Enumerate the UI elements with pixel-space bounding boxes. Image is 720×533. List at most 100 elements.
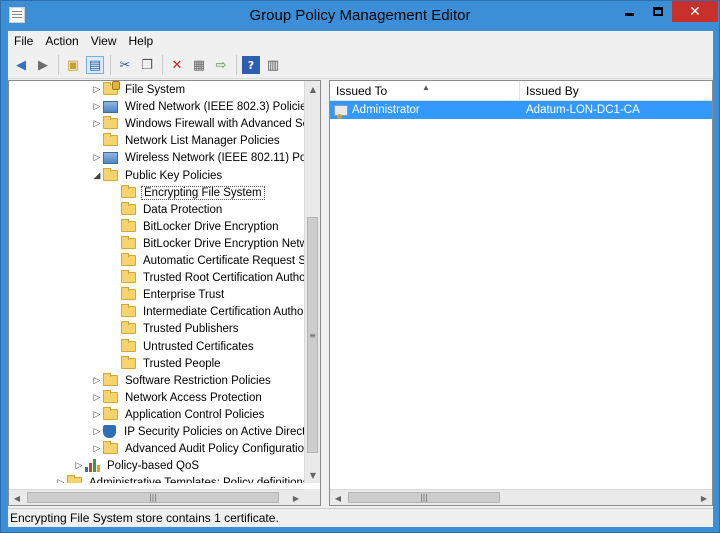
collapse-arrow-icon[interactable]: ◢ (91, 167, 103, 184)
tree-item[interactable]: ▷ Application Control Policies (91, 406, 266, 423)
tree-item[interactable]: Enterprise Trust (109, 286, 226, 303)
expand-arrow-icon[interactable]: ▷ (91, 115, 103, 132)
tree-item[interactable]: Trusted Root Certification Autho (109, 269, 305, 286)
scroll-thumb[interactable]: ||| (348, 492, 500, 503)
menu-help[interactable]: Help (123, 31, 160, 51)
issued-to-value: Administrator (352, 104, 420, 116)
expand-arrow-icon[interactable]: ▷ (91, 81, 103, 98)
tree-item[interactable]: Data Protection (109, 201, 224, 218)
tree-item[interactable]: ▷ Windows Firewall with Advanced Sec (91, 115, 305, 132)
tree-pane[interactable]: ▷ File System ▷ Wired Network (IEEE 802.3) … (8, 80, 321, 506)
tree-item[interactable]: Intermediate Certification Author (109, 303, 305, 320)
delete-icon[interactable]: ✕ (168, 56, 186, 74)
scroll-down-icon[interactable]: ▼ (305, 467, 320, 483)
expand-arrow-icon[interactable]: ▷ (91, 372, 103, 389)
tree-item[interactable]: ▷ Policy-based QoS (73, 457, 201, 474)
show-hide-tree-icon[interactable]: ▤ (86, 56, 104, 74)
expand-arrow-icon[interactable]: ▷ (91, 98, 103, 115)
scroll-up-icon[interactable]: ▲ (305, 81, 320, 97)
menu-action[interactable]: Action (39, 31, 84, 51)
tree-item-label: BitLocker Drive Encryption (143, 220, 279, 233)
expand-arrow-icon[interactable]: ▷ (91, 406, 103, 423)
copy-icon[interactable]: ❐ (138, 56, 156, 74)
up-folder-icon[interactable]: ▣ (64, 56, 82, 74)
tree-item[interactable]: ◢ Public Key Policies (91, 167, 224, 184)
tree-item-label: Enterprise Trust (143, 288, 225, 301)
tree-item[interactable]: ▷ Software Restriction Policies (91, 372, 273, 389)
tree-item-label: Public Key Policies (125, 169, 223, 182)
chart-icon (85, 459, 101, 472)
close-button[interactable]: ✕ (672, 1, 718, 22)
tree-item[interactable]: ▷ Wireless Network (IEEE 802.11) Polici (91, 149, 305, 166)
scroll-left-icon[interactable]: ◀ (330, 490, 346, 505)
column-issued-to[interactable]: Issued To ▲ (330, 81, 520, 101)
scroll-thumb[interactable]: ||| (27, 492, 279, 503)
tree-item[interactable]: ▷ Wired Network (IEEE 802.3) Policies (91, 98, 305, 115)
folder-icon (103, 441, 118, 454)
folder-icon (103, 133, 118, 146)
cut-icon[interactable]: ✂ (116, 56, 134, 74)
tree-item[interactable]: Trusted People (109, 355, 223, 372)
action-pane-icon[interactable]: ▥ (264, 56, 282, 74)
tree-item[interactable]: BitLocker Drive Encryption (109, 218, 281, 235)
properties-icon[interactable]: ▦ (190, 56, 208, 74)
tree-item[interactable]: Network List Manager Policies (91, 132, 282, 149)
minimize-button[interactable] (616, 1, 643, 22)
back-icon[interactable]: ◀ (12, 56, 30, 74)
menu-view[interactable]: View (85, 31, 123, 51)
column-issued-by[interactable]: Issued By (520, 81, 712, 101)
expand-arrow-icon[interactable]: ▷ (73, 457, 85, 474)
tree-item[interactable]: Untrusted Certificates (109, 338, 256, 355)
list-horizontal-scrollbar[interactable]: ◀ ||| ▶ (330, 489, 712, 505)
folder-icon (121, 202, 136, 215)
close-icon: ✕ (689, 3, 701, 20)
menu-file[interactable]: File (8, 31, 39, 51)
scroll-left-icon[interactable]: ◀ (9, 490, 25, 505)
tree-vertical-scrollbar[interactable]: ▲ ≡ ▼ (304, 81, 320, 483)
tree-item[interactable]: Trusted Publishers (109, 320, 240, 337)
tree-item[interactable]: ▷ Network Access Protection (91, 389, 264, 406)
tree-item[interactable]: ▷ IP Security Policies on Active Directo (91, 423, 305, 440)
help-icon[interactable]: ? (242, 56, 260, 74)
tree-item[interactable]: ▷ Administrative Templates: Policy defini… (55, 474, 305, 483)
forward-icon[interactable]: ▶ (34, 56, 52, 74)
tree-item[interactable]: BitLocker Drive Encryption Netwo (109, 235, 305, 252)
title-bar[interactable]: Group Policy Management Editor ✕ (1, 1, 719, 31)
folder-icon (103, 373, 118, 386)
list-item[interactable]: Administrator Adatum-LON-DC1-CA (330, 101, 712, 119)
folder-icon (121, 253, 136, 266)
maximize-button[interactable] (644, 1, 671, 22)
expand-arrow-icon[interactable]: ▷ (55, 474, 67, 483)
expand-arrow-icon[interactable]: ▷ (91, 423, 103, 440)
scroll-right-icon[interactable]: ▶ (288, 490, 304, 505)
scroll-right-icon[interactable]: ▶ (696, 490, 712, 505)
export-icon[interactable]: ⇨ (212, 56, 230, 74)
folder-icon (121, 270, 136, 283)
details-pane[interactable]: Issued To ▲ Issued By Administrator Adat… (329, 80, 713, 506)
expand-arrow-icon[interactable]: ▷ (91, 440, 103, 457)
tree-item[interactable]: Encrypting File System (109, 184, 265, 201)
tree-item[interactable]: ▷ File System (91, 81, 187, 98)
expand-arrow-icon[interactable]: ▷ (91, 149, 103, 166)
tree-horizontal-scrollbar[interactable]: ◀ ||| ▶ (9, 489, 304, 505)
tree-item-label: Network Access Protection (125, 391, 262, 404)
tree-item-label: Network List Manager Policies (125, 134, 280, 147)
scroll-thumb[interactable]: ≡ (307, 217, 318, 453)
scroll-corner (304, 489, 320, 505)
tree-item-label: Encrypting File System (141, 185, 265, 200)
expand-arrow-icon[interactable]: ▷ (91, 389, 103, 406)
tree-item[interactable]: ▷ Advanced Audit Policy Configuration (91, 440, 305, 457)
folder-icon (121, 185, 136, 198)
tree-item-label: Automatic Certificate Request Se (143, 254, 305, 267)
tree-item-label: Intermediate Certification Author (143, 305, 305, 318)
folder-icon (103, 390, 118, 403)
toolbar-separator (236, 55, 237, 75)
tree-item[interactable]: Automatic Certificate Request Se (109, 252, 305, 269)
tree-item-label: Application Control Policies (125, 408, 265, 421)
